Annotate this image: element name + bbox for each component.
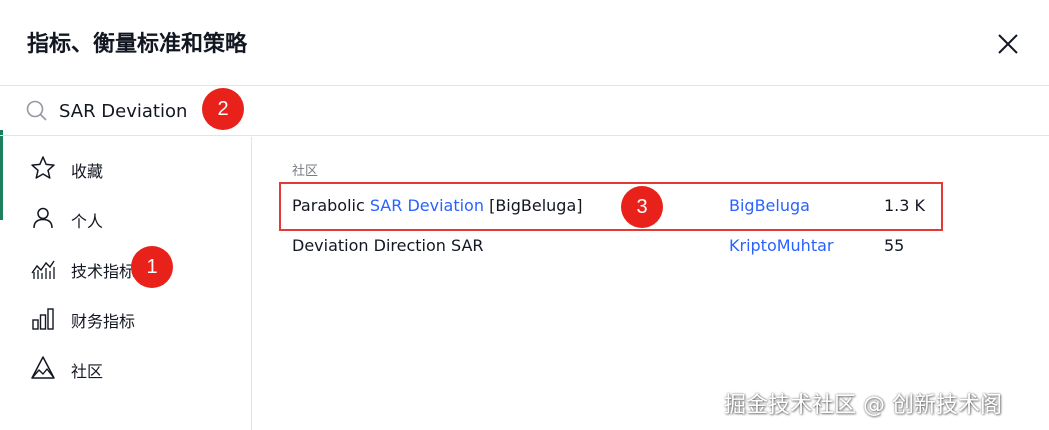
bar-chart-icon xyxy=(30,305,56,331)
annotation-badge-1: 1 xyxy=(131,246,173,288)
sidebar-item-financials[interactable]: 财务指标 xyxy=(0,295,251,341)
user-icon xyxy=(30,205,56,231)
author-link[interactable]: KriptoMuhtar xyxy=(729,236,833,255)
dialog-title: 指标、衡量标准和策略 xyxy=(27,32,248,57)
technical-chart-icon xyxy=(30,255,56,281)
annotation-badge-3: 3 xyxy=(621,186,663,228)
community-icon xyxy=(30,355,56,381)
watermark: 掘金技术社区 @ 创新技术阁 xyxy=(724,393,1002,418)
sidebar-item-label: 社区 xyxy=(71,362,104,381)
search-bar xyxy=(0,86,1049,136)
sidebar-item-label: 财务指标 xyxy=(71,312,136,331)
search-input[interactable] xyxy=(59,95,559,127)
sidebar-item-technical[interactable]: 技术指标 xyxy=(0,245,251,291)
results-section-label: 社区 xyxy=(292,164,319,179)
sidebar-item-label: 收藏 xyxy=(71,162,104,181)
annotation-badge-2: 2 xyxy=(202,88,244,130)
sidebar-item-personal[interactable]: 个人 xyxy=(0,195,251,241)
script-name: Deviation Direction SAR xyxy=(292,236,484,255)
category-sidebar: 收藏 个人 技术指标 财务指标 社区 xyxy=(0,137,252,430)
sidebar-item-label: 技术指标 xyxy=(71,262,136,281)
sidebar-item-favorites[interactable]: 收藏 xyxy=(0,145,251,191)
result-row[interactable]: Deviation Direction SAR KriptoMuhtar 55 xyxy=(280,225,940,269)
search-icon xyxy=(25,99,49,123)
annotation-highlight-box xyxy=(279,182,943,231)
sidebar-item-label: 个人 xyxy=(71,212,104,231)
sidebar-item-community[interactable]: 社区 xyxy=(0,345,251,391)
usage-count: 55 xyxy=(884,236,905,255)
star-icon xyxy=(30,155,56,181)
close-icon[interactable] xyxy=(990,26,1026,62)
dialog-header: 指标、衡量标准和策略 xyxy=(0,0,1049,86)
